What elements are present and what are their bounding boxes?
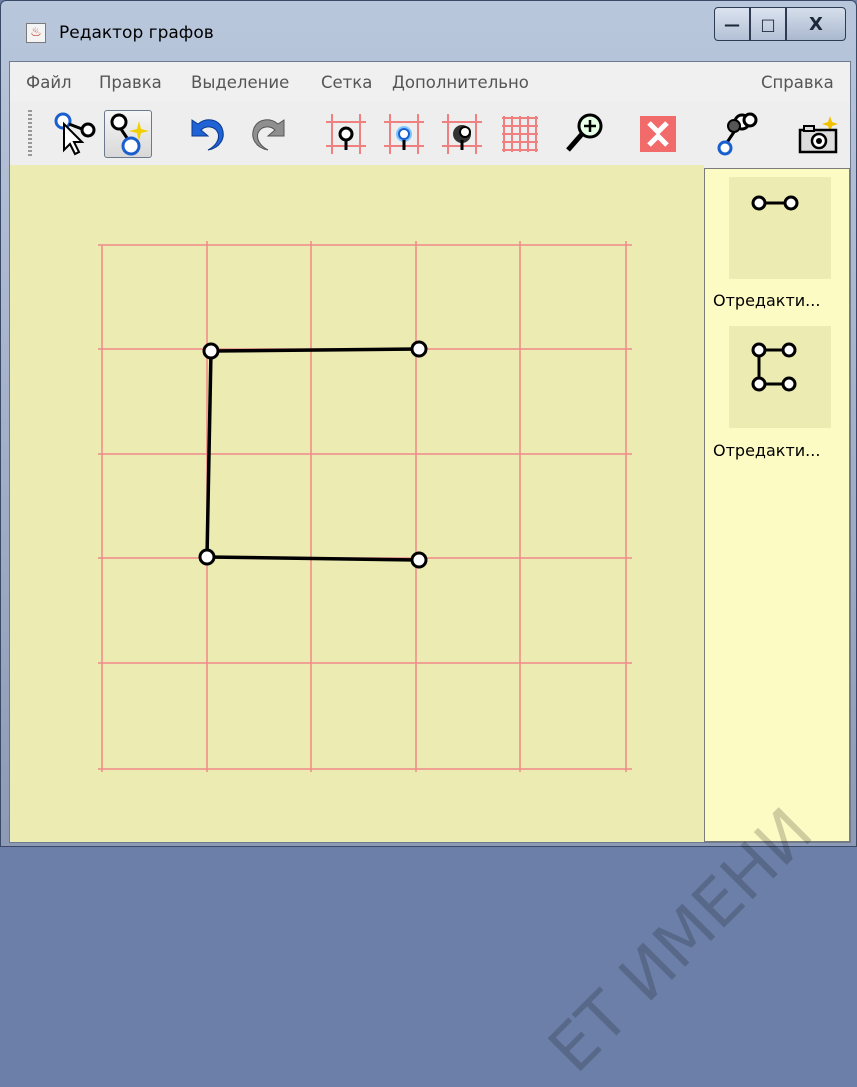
minimize-button[interactable]: — <box>714 7 750 41</box>
graph-nodes-icon <box>717 112 758 156</box>
redo-tool-button[interactable] <box>246 110 294 158</box>
graph-canvas[interactable] <box>10 165 704 842</box>
menu-help[interactable]: Справка <box>761 73 834 92</box>
history-item-label[interactable]: Отредакти... <box>713 441 843 460</box>
undo-icon <box>191 119 224 151</box>
graph-tool-button[interactable] <box>712 110 760 158</box>
snap-grid-blue-tool-button[interactable] <box>380 110 428 158</box>
select-tool-button[interactable] <box>50 110 98 158</box>
select-pointer-icon <box>54 112 96 156</box>
client-area: Файл Правка Выделение Сетка Дополнительн… <box>9 61 851 843</box>
graph-edge[interactable] <box>210 347 420 353</box>
window-title: Редактор графов <box>59 23 214 43</box>
delete-tool-button[interactable] <box>634 110 682 158</box>
menu-file[interactable]: Файл <box>26 73 72 92</box>
toolbar-grip[interactable] <box>28 110 32 156</box>
graph-vertex[interactable] <box>410 340 428 358</box>
snap-vertex-shadow-icon <box>442 114 482 154</box>
camera-icon <box>798 116 838 154</box>
menu-grid[interactable]: Сетка <box>321 73 372 92</box>
maximize-button[interactable]: □ <box>750 7 786 41</box>
menu-selection[interactable]: Выделение <box>191 73 289 92</box>
java-app-icon: ♨ <box>26 23 46 43</box>
snap-to-grid-icon <box>326 114 366 154</box>
history-thumbnail[interactable] <box>729 326 831 428</box>
grid-icon <box>502 116 538 152</box>
graph-drawing[interactable] <box>10 165 704 842</box>
two-vertex-edge-icon <box>751 195 799 211</box>
menu-bar: Файл Правка Выделение Сетка Дополнительн… <box>10 62 850 102</box>
snap-grid-tool-button[interactable] <box>322 110 370 158</box>
menu-edit[interactable]: Правка <box>99 73 162 92</box>
redo-icon <box>252 119 285 151</box>
grid-lines <box>98 241 632 772</box>
close-button[interactable]: X <box>786 7 846 41</box>
window-controls: — □ X <box>714 7 846 41</box>
add-vertex-icon <box>110 113 149 156</box>
snap-vertex-blue-icon <box>384 114 424 154</box>
toolbar <box>10 102 850 164</box>
add-vertex-tool-button[interactable] <box>104 110 152 158</box>
undo-tool-button[interactable] <box>182 110 230 158</box>
menu-advanced[interactable]: Дополнительно <box>392 73 529 92</box>
four-vertex-graph-icon <box>751 342 797 392</box>
zoom-tool-button[interactable] <box>560 110 608 158</box>
app-window: ♨ Редактор графов — □ X Файл Правка Выде… <box>0 0 857 847</box>
graph-vertex[interactable] <box>202 342 220 360</box>
graph-vertex[interactable] <box>198 548 216 566</box>
history-thumbnail[interactable] <box>729 177 831 279</box>
history-side-panel: Отредакти... Отредакти... <box>704 168 850 842</box>
snapshot-tool-button[interactable] <box>794 110 842 158</box>
delete-x-icon <box>640 116 676 152</box>
title-bar[interactable]: ♨ Редактор графов — □ X <box>1 1 856 61</box>
history-item-label[interactable]: Отредакти... <box>713 291 843 310</box>
graph-vertex[interactable] <box>410 551 428 569</box>
zoom-in-icon <box>566 113 603 152</box>
grid-toggle-tool-button[interactable] <box>496 110 544 158</box>
snap-grid-shadow-tool-button[interactable] <box>438 110 486 158</box>
